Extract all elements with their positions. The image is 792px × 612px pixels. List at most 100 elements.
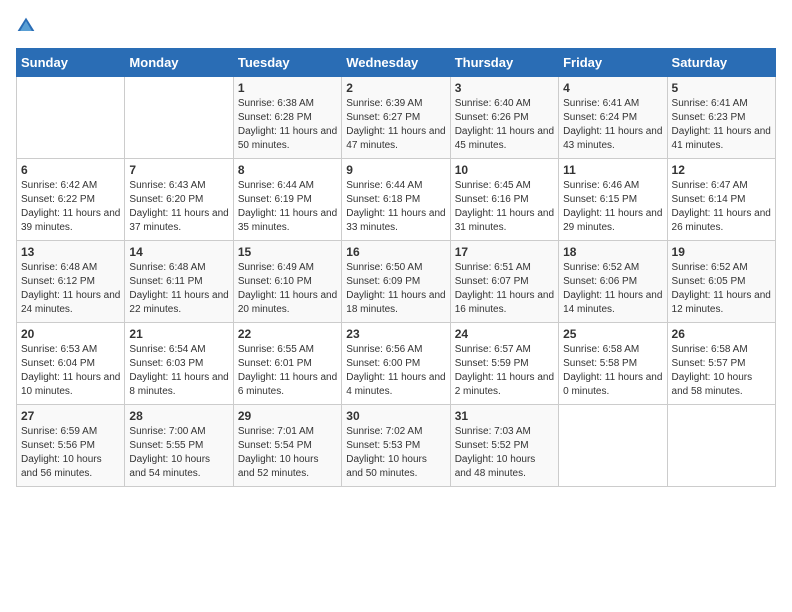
calendar-cell: 15 Sunrise: 6:49 AM Sunset: 6:10 PM Dayli… bbox=[233, 241, 341, 323]
calendar-cell: 31 Sunrise: 7:03 AM Sunset: 5:52 PM Dayli… bbox=[450, 405, 558, 487]
calendar-cell: 27 Sunrise: 6:59 AM Sunset: 5:56 PM Dayli… bbox=[17, 405, 125, 487]
day-number: 30 bbox=[346, 409, 445, 423]
day-number: 5 bbox=[672, 81, 771, 95]
day-number: 18 bbox=[563, 245, 662, 259]
column-header-thursday: Thursday bbox=[450, 49, 558, 77]
day-number: 11 bbox=[563, 163, 662, 177]
cell-content: Sunrise: 6:50 AM Sunset: 6:09 PM Dayligh… bbox=[346, 261, 445, 317]
week-row: 27 Sunrise: 6:59 AM Sunset: 5:56 PM Dayli… bbox=[17, 405, 776, 487]
day-number: 15 bbox=[238, 245, 337, 259]
day-number: 24 bbox=[455, 327, 554, 341]
calendar-cell bbox=[559, 405, 667, 487]
calendar-cell: 10 Sunrise: 6:45 AM Sunset: 6:16 PM Dayli… bbox=[450, 159, 558, 241]
calendar-cell: 25Sunrise: 6:58 AM Sunset: 5:58 PM Dayli… bbox=[559, 323, 667, 405]
cell-content: Sunrise: 6:52 AM Sunset: 6:05 PM Dayligh… bbox=[672, 261, 771, 317]
cell-content: Sunrise: 6:41 AM Sunset: 6:24 PM Dayligh… bbox=[563, 97, 662, 153]
calendar-cell: 13 Sunrise: 6:48 AM Sunset: 6:12 PM Dayli… bbox=[17, 241, 125, 323]
calendar-cell: 19Sunrise: 6:52 AM Sunset: 6:05 PM Dayli… bbox=[667, 241, 775, 323]
cell-content: Sunrise: 6:47 AM Sunset: 6:14 PM Dayligh… bbox=[672, 179, 771, 235]
calendar-cell: 29 Sunrise: 7:01 AM Sunset: 5:54 PM Dayli… bbox=[233, 405, 341, 487]
column-header-sunday: Sunday bbox=[17, 49, 125, 77]
day-number: 21 bbox=[129, 327, 228, 341]
day-number: 16 bbox=[346, 245, 445, 259]
header-row: SundayMondayTuesdayWednesdayThursdayFrid… bbox=[17, 49, 776, 77]
cell-content: Sunrise: 6:45 AM Sunset: 6:16 PM Dayligh… bbox=[455, 179, 554, 235]
calendar-cell: 5 Sunrise: 6:41 AM Sunset: 6:23 PM Daylig… bbox=[667, 77, 775, 159]
column-header-saturday: Saturday bbox=[667, 49, 775, 77]
calendar-cell: 7 Sunrise: 6:43 AM Sunset: 6:20 PM Daylig… bbox=[125, 159, 233, 241]
calendar-cell: 22Sunrise: 6:55 AM Sunset: 6:01 PM Dayli… bbox=[233, 323, 341, 405]
calendar-cell: 8 Sunrise: 6:44 AM Sunset: 6:19 PM Daylig… bbox=[233, 159, 341, 241]
cell-content: Sunrise: 6:46 AM Sunset: 6:15 PM Dayligh… bbox=[563, 179, 662, 235]
cell-content: Sunrise: 6:51 AM Sunset: 6:07 PM Dayligh… bbox=[455, 261, 554, 317]
calendar-cell: 9 Sunrise: 6:44 AM Sunset: 6:18 PM Daylig… bbox=[342, 159, 450, 241]
page-header bbox=[16, 16, 776, 36]
cell-content: Sunrise: 6:41 AM Sunset: 6:23 PM Dayligh… bbox=[672, 97, 771, 153]
calendar-cell: 6 Sunrise: 6:42 AM Sunset: 6:22 PM Daylig… bbox=[17, 159, 125, 241]
day-number: 14 bbox=[129, 245, 228, 259]
cell-content: Sunrise: 7:03 AM Sunset: 5:52 PM Dayligh… bbox=[455, 425, 554, 481]
calendar-cell: 23Sunrise: 6:56 AM Sunset: 6:00 PM Dayli… bbox=[342, 323, 450, 405]
calendar-cell: 18Sunrise: 6:52 AM Sunset: 6:06 PM Dayli… bbox=[559, 241, 667, 323]
logo-icon bbox=[16, 16, 36, 36]
calendar-cell: 4 Sunrise: 6:41 AM Sunset: 6:24 PM Daylig… bbox=[559, 77, 667, 159]
cell-content: Sunrise: 6:43 AM Sunset: 6:20 PM Dayligh… bbox=[129, 179, 228, 235]
day-number: 29 bbox=[238, 409, 337, 423]
day-number: 9 bbox=[346, 163, 445, 177]
calendar-cell: 14 Sunrise: 6:48 AM Sunset: 6:11 PM Dayli… bbox=[125, 241, 233, 323]
day-number: 12 bbox=[672, 163, 771, 177]
day-number: 8 bbox=[238, 163, 337, 177]
calendar-cell: 11 Sunrise: 6:46 AM Sunset: 6:15 PM Dayli… bbox=[559, 159, 667, 241]
cell-content: Sunrise: 6:55 AM Sunset: 6:01 PM Dayligh… bbox=[238, 343, 337, 399]
cell-content: Sunrise: 6:58 AM Sunset: 5:57 PM Dayligh… bbox=[672, 343, 771, 399]
calendar-cell: 12 Sunrise: 6:47 AM Sunset: 6:14 PM Dayli… bbox=[667, 159, 775, 241]
calendar-cell bbox=[125, 77, 233, 159]
cell-content: Sunrise: 6:38 AM Sunset: 6:28 PM Dayligh… bbox=[238, 97, 337, 153]
calendar-cell: 3Sunrise: 6:40 AM Sunset: 6:26 PM Daylig… bbox=[450, 77, 558, 159]
cell-content: Sunrise: 6:44 AM Sunset: 6:19 PM Dayligh… bbox=[238, 179, 337, 235]
calendar-cell: 30 Sunrise: 7:02 AM Sunset: 5:53 PM Dayli… bbox=[342, 405, 450, 487]
cell-content: Sunrise: 6:48 AM Sunset: 6:11 PM Dayligh… bbox=[129, 261, 228, 317]
week-row: 1Sunrise: 6:38 AM Sunset: 6:28 PM Daylig… bbox=[17, 77, 776, 159]
cell-content: Sunrise: 7:01 AM Sunset: 5:54 PM Dayligh… bbox=[238, 425, 337, 481]
day-number: 26 bbox=[672, 327, 771, 341]
day-number: 28 bbox=[129, 409, 228, 423]
calendar-cell: 28Sunrise: 7:00 AM Sunset: 5:55 PM Dayli… bbox=[125, 405, 233, 487]
day-number: 31 bbox=[455, 409, 554, 423]
calendar-cell: 20 Sunrise: 6:53 AM Sunset: 6:04 PM Dayli… bbox=[17, 323, 125, 405]
cell-content: Sunrise: 6:56 AM Sunset: 6:00 PM Dayligh… bbox=[346, 343, 445, 399]
cell-content: Sunrise: 6:57 AM Sunset: 5:59 PM Dayligh… bbox=[455, 343, 554, 399]
week-row: 13 Sunrise: 6:48 AM Sunset: 6:12 PM Dayli… bbox=[17, 241, 776, 323]
day-number: 10 bbox=[455, 163, 554, 177]
day-number: 7 bbox=[129, 163, 228, 177]
calendar-cell: 26 Sunrise: 6:58 AM Sunset: 5:57 PM Dayli… bbox=[667, 323, 775, 405]
day-number: 3 bbox=[455, 81, 554, 95]
calendar-cell bbox=[667, 405, 775, 487]
cell-content: Sunrise: 6:59 AM Sunset: 5:56 PM Dayligh… bbox=[21, 425, 120, 481]
week-row: 6 Sunrise: 6:42 AM Sunset: 6:22 PM Daylig… bbox=[17, 159, 776, 241]
calendar-cell: 21 Sunrise: 6:54 AM Sunset: 6:03 PM Dayli… bbox=[125, 323, 233, 405]
cell-content: Sunrise: 6:49 AM Sunset: 6:10 PM Dayligh… bbox=[238, 261, 337, 317]
column-header-tuesday: Tuesday bbox=[233, 49, 341, 77]
day-number: 27 bbox=[21, 409, 120, 423]
week-row: 20 Sunrise: 6:53 AM Sunset: 6:04 PM Dayli… bbox=[17, 323, 776, 405]
day-number: 25 bbox=[563, 327, 662, 341]
logo bbox=[16, 16, 40, 36]
column-header-friday: Friday bbox=[559, 49, 667, 77]
calendar-cell bbox=[17, 77, 125, 159]
day-number: 4 bbox=[563, 81, 662, 95]
cell-content: Sunrise: 6:42 AM Sunset: 6:22 PM Dayligh… bbox=[21, 179, 120, 235]
column-header-wednesday: Wednesday bbox=[342, 49, 450, 77]
calendar-cell: 16 Sunrise: 6:50 AM Sunset: 6:09 PM Dayli… bbox=[342, 241, 450, 323]
cell-content: Sunrise: 7:02 AM Sunset: 5:53 PM Dayligh… bbox=[346, 425, 445, 481]
day-number: 17 bbox=[455, 245, 554, 259]
calendar-cell: 24 Sunrise: 6:57 AM Sunset: 5:59 PM Dayli… bbox=[450, 323, 558, 405]
day-number: 20 bbox=[21, 327, 120, 341]
day-number: 13 bbox=[21, 245, 120, 259]
column-header-monday: Monday bbox=[125, 49, 233, 77]
day-number: 6 bbox=[21, 163, 120, 177]
cell-content: Sunrise: 6:53 AM Sunset: 6:04 PM Dayligh… bbox=[21, 343, 120, 399]
cell-content: Sunrise: 6:44 AM Sunset: 6:18 PM Dayligh… bbox=[346, 179, 445, 235]
cell-content: Sunrise: 6:48 AM Sunset: 6:12 PM Dayligh… bbox=[21, 261, 120, 317]
cell-content: Sunrise: 6:54 AM Sunset: 6:03 PM Dayligh… bbox=[129, 343, 228, 399]
